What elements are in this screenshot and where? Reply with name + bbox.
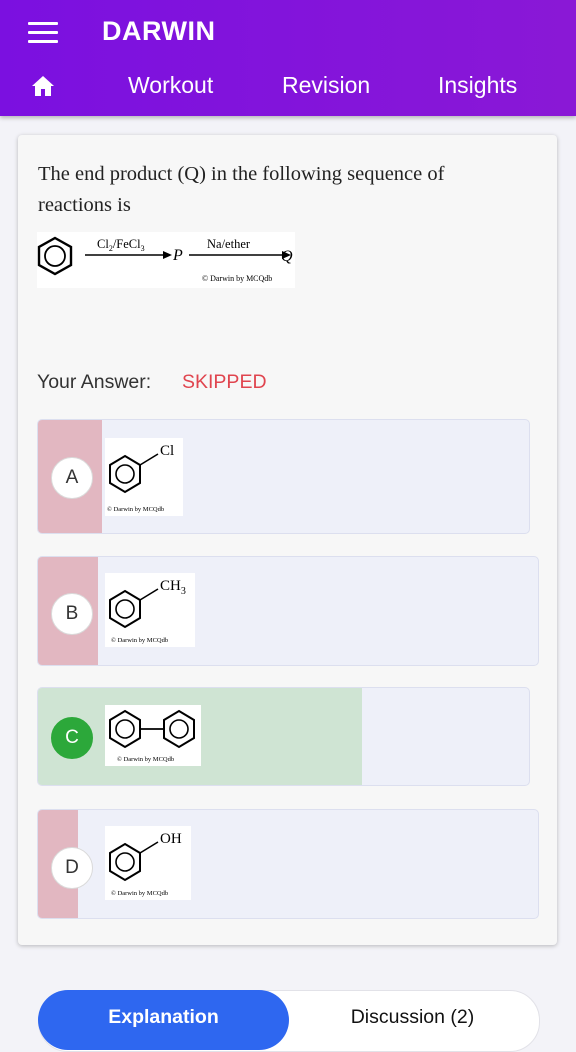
tab-revision[interactable]: Revision bbox=[282, 72, 370, 99]
svg-text:© Darwin by MCQdb: © Darwin by MCQdb bbox=[117, 756, 174, 763]
question-card: The end product (Q) in the following seq… bbox=[18, 135, 557, 945]
svg-text:Cl2/FeCl3: Cl2/FeCl3 bbox=[97, 237, 145, 253]
svg-text:Q: Q bbox=[281, 248, 293, 265]
your-answer-label: Your Answer: bbox=[37, 371, 152, 393]
svg-text:© Darwin by MCQdb: © Darwin by MCQdb bbox=[111, 637, 168, 644]
question-text: The end product (Q) in the following seq… bbox=[38, 163, 445, 216]
reaction-scheme-image: Cl2/FeCl3 P Na/ether Q © Darwin by MCQdb bbox=[37, 232, 295, 288]
option-b-badge: B bbox=[51, 593, 93, 635]
option-c[interactable]: C © Darwin by MCQdb bbox=[37, 687, 530, 786]
app-title: DARWIN bbox=[102, 16, 216, 46]
option-a-badge: A bbox=[51, 457, 93, 499]
option-a-structure-image: Cl © Darwin by MCQdb bbox=[105, 438, 183, 516]
svg-text:Na/ether: Na/ether bbox=[207, 237, 251, 251]
option-d-badge: D bbox=[51, 847, 93, 889]
svg-text:© Darwin by MCQdb: © Darwin by MCQdb bbox=[202, 274, 272, 283]
option-d[interactable]: D OH © Darwin by MCQdb bbox=[37, 809, 539, 919]
discussion-button[interactable]: Discussion (2) bbox=[300, 990, 525, 1050]
tab-workout[interactable]: Workout bbox=[128, 72, 213, 99]
svg-text:P: P bbox=[172, 247, 183, 264]
explanation-button[interactable]: Explanation bbox=[38, 990, 289, 1050]
option-c-badge: C bbox=[51, 717, 93, 759]
option-b-structure-image: CH3 © Darwin by MCQdb bbox=[105, 573, 195, 647]
tab-insights[interactable]: Insights bbox=[438, 72, 517, 99]
svg-text:© Darwin by MCQdb: © Darwin by MCQdb bbox=[107, 506, 164, 513]
menu-icon[interactable] bbox=[28, 22, 58, 44]
app-bar: DARWIN Workout Revision Insights bbox=[0, 0, 576, 116]
home-icon[interactable] bbox=[31, 75, 55, 97]
option-c-structure-image: © Darwin by MCQdb bbox=[105, 705, 201, 766]
svg-text:CH3: CH3 bbox=[160, 578, 186, 597]
option-d-structure-image: OH © Darwin by MCQdb bbox=[105, 826, 191, 900]
answer-status: SKIPPED bbox=[182, 371, 267, 393]
svg-text:Cl: Cl bbox=[160, 443, 174, 459]
svg-text:© Darwin by MCQdb: © Darwin by MCQdb bbox=[111, 890, 168, 897]
svg-text:OH: OH bbox=[160, 831, 182, 847]
option-a[interactable]: A Cl © Darwin by MCQdb bbox=[37, 419, 530, 534]
option-b[interactable]: B CH3 © Darwin by MCQdb bbox=[37, 556, 539, 666]
